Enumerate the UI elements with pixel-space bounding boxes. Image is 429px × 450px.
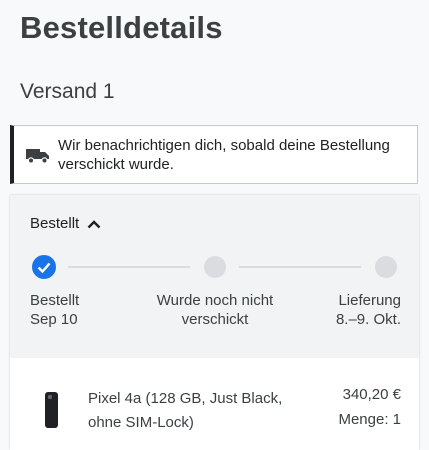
order-details-page: Bestelldetails Versand 1 Wir benachricht… (0, 0, 429, 450)
page-title: Bestelldetails (20, 10, 223, 45)
truck-icon (26, 149, 49, 164)
step-shipped-pending-icon (204, 256, 226, 278)
step-title: Bestellt (30, 292, 80, 309)
camera-icon (48, 395, 52, 399)
order-item-row[interactable]: Pixel 4a (128 GB, Just Black, ohne SIM-L… (10, 358, 419, 450)
step-ordered-label: Bestellt Sep 10 (30, 291, 79, 329)
step-delivery-pending-icon (375, 256, 397, 278)
step-title: Wurde noch nicht (156, 292, 274, 309)
progress-line (239, 266, 361, 268)
order-status-card: Bestellt Bestellt Sep 10 Wurde noch nich… (10, 195, 419, 450)
step-detail: 8.–9. Okt. (335, 311, 401, 328)
shipping-notice-text: Wir benachrichtigen dich, sobald deine B… (58, 137, 390, 173)
step-delivery-label: Lieferung 8.–9. Okt. (336, 291, 401, 329)
shipping-notice-banner: Wir benachrichtigen dich, sobald deine B… (10, 125, 418, 184)
phone-icon (45, 392, 58, 428)
progress-line (68, 266, 190, 268)
status-header-label: Bestellt (30, 215, 80, 232)
item-price: 340,20 € (342, 386, 401, 403)
progress-tracker (10, 253, 419, 283)
step-detail: Sep 10 (30, 311, 78, 328)
step-ordered-done-icon (32, 255, 56, 279)
item-quantity: Menge: 1 (338, 411, 401, 428)
step-title: Lieferung (338, 292, 401, 309)
check-icon (37, 262, 51, 274)
step-detail: verschickt (181, 311, 249, 328)
status-toggle[interactable]: Bestellt (30, 215, 101, 232)
chevron-up-icon (87, 219, 101, 228)
step-shipped-label: Wurde noch nicht verschickt (138, 291, 292, 329)
item-name: Pixel 4a (128 GB, Just Black, ohne SIM-L… (88, 390, 283, 431)
shipment-heading: Versand 1 (20, 80, 115, 103)
